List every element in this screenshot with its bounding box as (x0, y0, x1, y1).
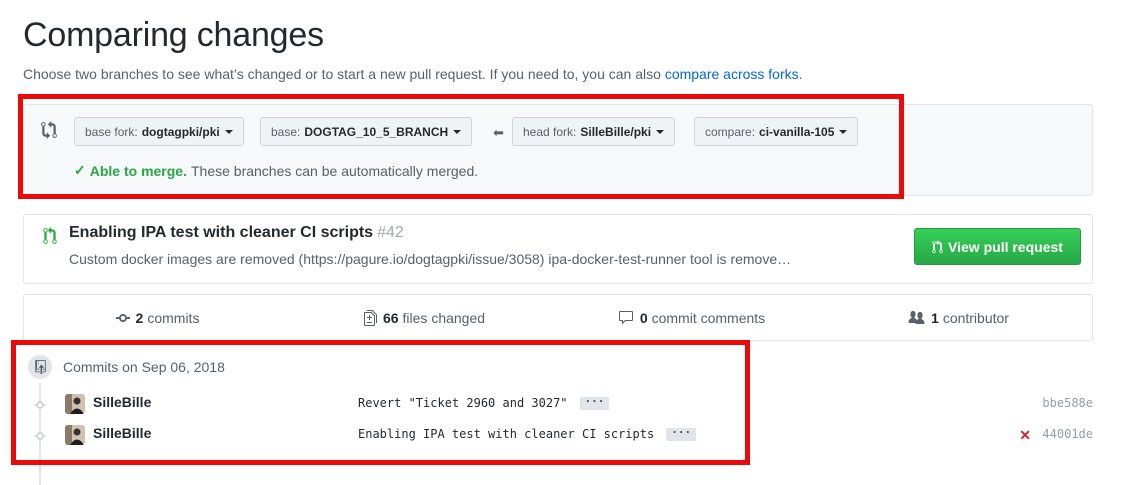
files-count: 66 (382, 309, 399, 326)
comments-count: 0 (639, 309, 648, 326)
page-subtitle: Choose two branches to see what’s change… (23, 66, 803, 82)
view-pull-request-button[interactable]: View pull request (914, 228, 1081, 265)
annotation-box-compare (18, 94, 904, 199)
commit-sha[interactable]: 44001de (1042, 427, 1093, 441)
pull-request-description: Custom docker images are removed (https:… (69, 251, 792, 267)
compare-across-forks-link[interactable]: compare across forks (665, 66, 799, 82)
comment-icon (618, 310, 633, 324)
existing-pull-request: Enabling IPA test with cleaner CI script… (23, 214, 1093, 284)
contributors-count: 1 (931, 309, 939, 326)
comments-label: commit comments (651, 309, 766, 326)
commits-count: 2 (135, 309, 144, 326)
pull-request-number: #42 (377, 224, 404, 241)
overall-summary: 2 commits 66 files changed 0 commit comm… (23, 294, 1093, 341)
build-failed-x-icon[interactable]: ✕ (1019, 427, 1031, 444)
subtitle-text: Choose two branches to see what’s change… (23, 66, 661, 82)
comments-tab[interactable]: 0 commit comments (558, 295, 825, 340)
annotation-box-commits (11, 340, 750, 465)
subtitle-period: . (798, 66, 803, 82)
pull-request-icon (932, 239, 943, 253)
contributors-label: contributor (942, 309, 1009, 326)
commit-sha[interactable]: bbe588e (1042, 396, 1093, 410)
pull-request-title[interactable]: Enabling IPA test with cleaner CI script… (69, 224, 404, 242)
contributors-tab[interactable]: 1 contributor (825, 295, 1092, 340)
pull-request-icon (43, 227, 57, 244)
commit-icon (115, 313, 130, 322)
file-diff-icon (363, 309, 377, 326)
files-tab[interactable]: 66 files changed (291, 295, 558, 340)
people-icon (908, 310, 925, 324)
commits-tab[interactable]: 2 commits (24, 295, 291, 340)
pull-request-title-text: Enabling IPA test with cleaner CI script… (69, 224, 374, 241)
page-title: Comparing changes (23, 16, 324, 54)
files-label: files changed (402, 309, 486, 326)
commits-label: commits (147, 309, 200, 326)
view-pull-request-label: View pull request (948, 238, 1063, 255)
